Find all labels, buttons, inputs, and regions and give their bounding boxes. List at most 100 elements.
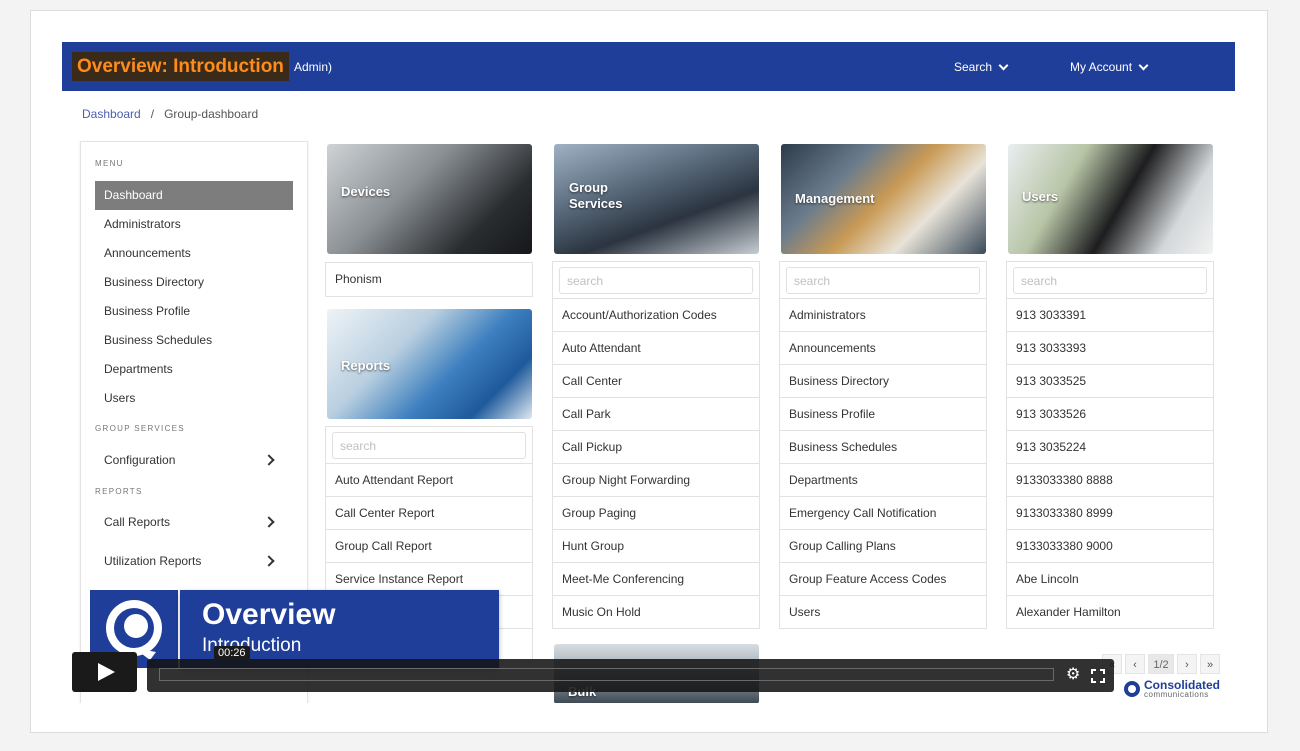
list-item[interactable]: 913 3033526 [1007,397,1213,430]
list-item[interactable]: Call Center [553,364,759,397]
list-item[interactable]: Group Night Forwarding [553,463,759,496]
reports-search-input[interactable]: search [332,432,526,459]
last-page-button[interactable]: » [1200,654,1220,674]
sidebar-item-configuration[interactable]: Configuration [95,446,293,475]
reports-title: Reports [341,358,391,373]
list-item[interactable]: Administrators [780,298,986,331]
users-list: search 913 3033391 913 3033393 913 30335… [1006,261,1214,629]
sidebar-item-users[interactable]: Users [95,384,293,413]
header-user-text: Admin) [294,60,333,74]
list-item[interactable]: Departments [780,463,986,496]
chevron-right-icon [263,454,275,466]
progress-bar[interactable]: 00:26 ⚙ [147,646,1114,692]
list-item[interactable]: Music On Hold [553,595,759,628]
sidebar-item-label: Configuration [104,453,176,467]
reports-photo[interactable]: Reports [327,309,532,419]
list-item[interactable]: Call Park [553,397,759,430]
chevron-right-icon [263,555,275,567]
list-item[interactable]: Call Pickup [553,430,759,463]
sidebar-item-business-profile[interactable]: Business Profile [95,297,293,326]
list-item[interactable]: Emergency Call Notification [780,496,986,529]
management-search-input[interactable]: search [786,267,980,294]
list-item[interactable]: Business Profile [780,397,986,430]
group-services-title-line1: Group [569,180,608,195]
list-item[interactable]: 913 3035224 [1007,430,1213,463]
sidebar-item-utilization-reports[interactable]: Utilization Reports [95,547,293,576]
seek-track[interactable] [159,668,1054,681]
search-menu[interactable]: Search [954,60,1009,74]
list-item[interactable]: Group Calling Plans [780,529,986,562]
play-icon[interactable] [72,652,137,692]
sidebar-item-label: Call Reports [104,515,171,529]
devices-photo[interactable]: Devices [327,144,532,254]
breadcrumb-current: Group-dashboard [164,107,259,121]
group-services-list: search Account/Authorization Codes Auto … [552,261,760,629]
breadcrumb-separator: / [150,107,155,121]
video-controls: 00:26 ⚙ [72,646,1114,692]
logo-mark-icon [1124,681,1140,697]
video-viewport[interactable]: Admin) Search My Account Overview: Intro… [62,42,1235,703]
list-item[interactable]: Call Center Report [326,496,532,529]
page-indicator: 1/2 [1148,654,1174,674]
sidebar-heading-reports: REPORTS [95,487,143,496]
my-account-label: My Account [1070,60,1133,74]
sidebar-item-announcements[interactable]: Announcements [95,239,293,268]
list-item[interactable]: Group Paging [553,496,759,529]
breadcrumb-dashboard-link[interactable]: Dashboard [82,107,141,121]
sidebar-item-business-schedules[interactable]: Business Schedules [95,326,293,355]
list-item[interactable]: Auto Attendant [553,331,759,364]
list-item[interactable]: Meet-Me Conferencing [553,562,759,595]
sidebar-item-departments[interactable]: Departments [95,355,293,384]
users-photo[interactable]: Users [1008,144,1213,254]
users-search-input[interactable]: search [1013,267,1207,294]
fullscreen-icon[interactable] [1091,669,1105,683]
list-item[interactable]: 913 3033393 [1007,331,1213,364]
list-item[interactable]: Alexander Hamilton [1007,595,1213,628]
list-item[interactable]: 9133033380 8999 [1007,496,1213,529]
sidebar-item-business-directory[interactable]: Business Directory [95,268,293,297]
gear-icon[interactable]: ⚙ [1066,667,1080,683]
prev-page-button[interactable]: ‹ [1125,654,1145,674]
list-item[interactable]: Business Directory [780,364,986,397]
list-item[interactable]: Abe Lincoln [1007,562,1213,595]
lower-third-title: Overview [202,598,336,631]
list-item[interactable]: Group Call Report [326,529,532,562]
group-services-photo[interactable]: Group Services [554,144,759,254]
list-item[interactable]: 913 3033391 [1007,298,1213,331]
current-time: 00:26 [214,646,250,660]
list-item[interactable]: Announcements [780,331,986,364]
group-services-title: Group Services [569,180,623,212]
sidebar-heading-menu: MENU [95,159,124,168]
list-item[interactable]: Auto Attendant Report [326,463,532,496]
list-item[interactable]: 913 3033525 [1007,364,1213,397]
sidebar-item-dashboard[interactable]: Dashboard [95,181,293,210]
video-frame: Admin) Search My Account Overview: Intro… [30,10,1268,733]
chevron-down-icon [1138,60,1149,70]
breadcrumb: Dashboard / Group-dashboard [82,107,258,121]
list-item[interactable]: 9133033380 8888 [1007,463,1213,496]
list-item[interactable]: Phonism [326,263,532,296]
list-item[interactable]: Account/Authorization Codes [553,298,759,331]
next-page-button[interactable]: › [1177,654,1197,674]
sidebar-item-label: Utilization Reports [104,554,202,568]
group-services-search-input[interactable]: search [559,267,753,294]
list-item[interactable]: Group Feature Access Codes [780,562,986,595]
list-item[interactable]: Hunt Group [553,529,759,562]
sidebar-item-administrators[interactable]: Administrators [95,210,293,239]
logo-tagline: communications [1144,690,1209,699]
my-account-menu[interactable]: My Account [1070,60,1149,74]
sidebar-item-call-reports[interactable]: Call Reports [95,508,293,537]
devices-title: Devices [341,184,391,199]
chevron-right-icon [263,516,275,528]
devices-list: Phonism [325,262,533,297]
company-logo: Consolidated communications [1124,679,1220,699]
users-pagination: « ‹ 1/2 › » [1102,654,1220,674]
group-services-title-line2: Services [569,196,623,211]
video-chapter-title: Overview: Introduction [72,52,289,81]
list-item[interactable]: 9133033380 9000 [1007,529,1213,562]
management-photo[interactable]: Management [781,144,986,254]
list-item[interactable]: Users [780,595,986,628]
management-list: search Administrators Announcements Busi… [779,261,987,629]
list-item[interactable]: Business Schedules [780,430,986,463]
chevron-down-icon [998,60,1009,70]
